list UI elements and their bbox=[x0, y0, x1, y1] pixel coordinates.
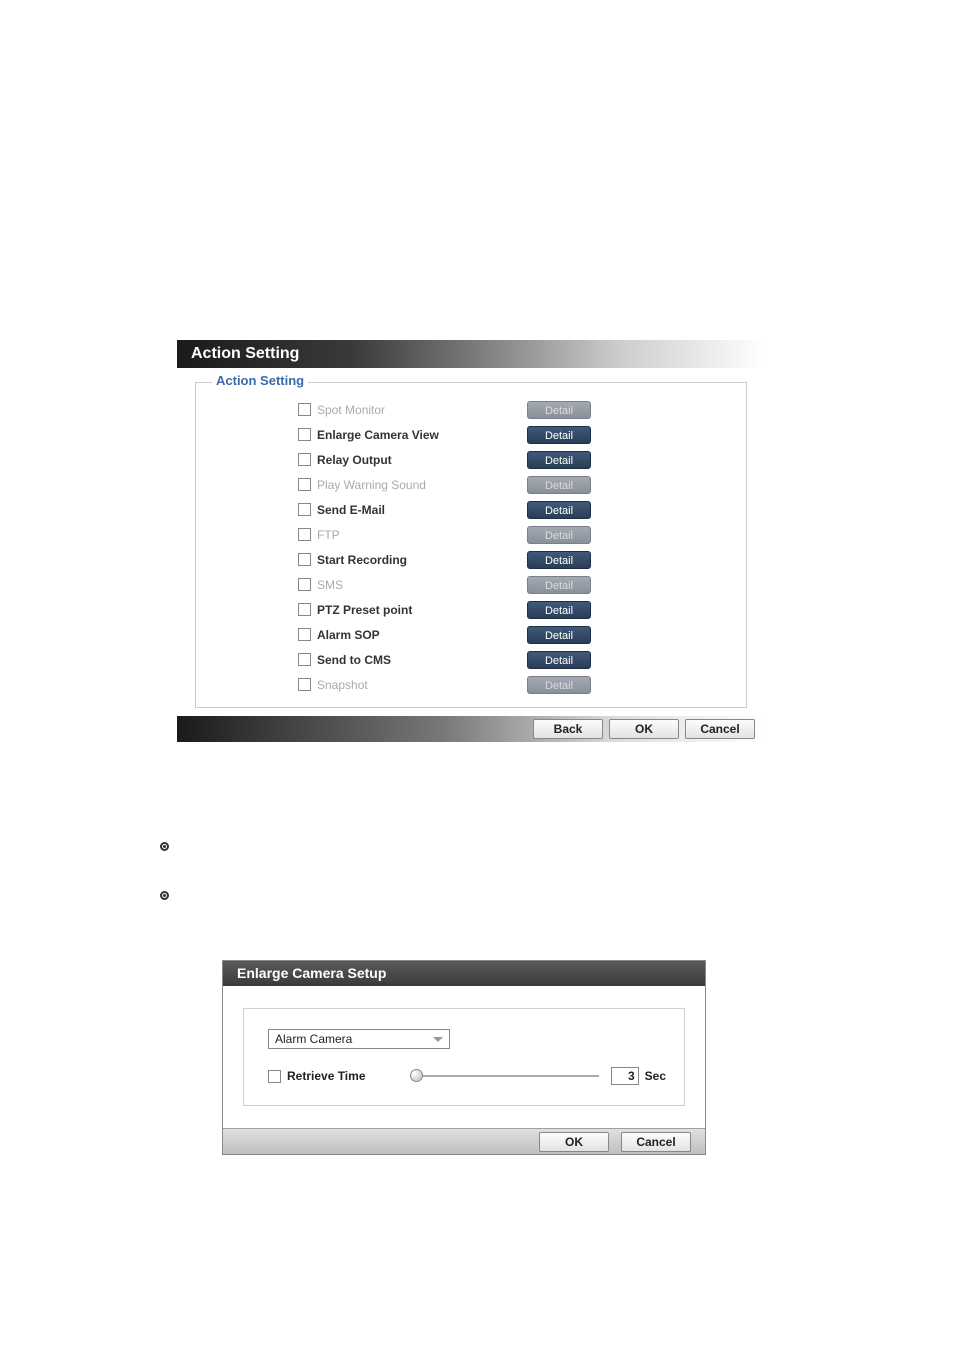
detail-sms: Detail bbox=[527, 576, 591, 594]
checkbox-alarm-sop[interactable] bbox=[298, 628, 311, 641]
camera-dropdown-value: Alarm Camera bbox=[275, 1032, 352, 1046]
checkbox-spot-monitor[interactable] bbox=[298, 403, 311, 416]
checkbox-snapshot[interactable] bbox=[298, 678, 311, 691]
retrieve-time-row: Retrieve Time 3 Sec bbox=[268, 1067, 666, 1085]
label-ptz-preset: PTZ Preset point bbox=[317, 603, 527, 617]
label-send-email: Send E-Mail bbox=[317, 503, 527, 517]
enlarge-camera-setup-panel: Enlarge Camera Setup Alarm Camera Retrie… bbox=[222, 960, 706, 1155]
label-enlarge-camera-view: Enlarge Camera View bbox=[317, 428, 527, 442]
enlarge-camera-title: Enlarge Camera Setup bbox=[223, 961, 705, 986]
camera-dropdown[interactable]: Alarm Camera bbox=[268, 1029, 450, 1049]
cancel-button[interactable]: Cancel bbox=[685, 719, 755, 739]
chevron-down-icon bbox=[433, 1037, 443, 1042]
action-setting-title: Action Setting bbox=[177, 340, 765, 368]
action-setting-legend: Action Setting bbox=[212, 373, 308, 388]
bullet-icon bbox=[160, 842, 169, 851]
detail-relay-output[interactable]: Detail bbox=[527, 451, 591, 469]
ok-button-2[interactable]: OK bbox=[539, 1132, 609, 1152]
retrieve-time-label: Retrieve Time bbox=[287, 1069, 366, 1083]
row-relay-output: Relay Output Detail bbox=[196, 447, 746, 472]
enlarge-camera-body: Alarm Camera Retrieve Time 3 Sec bbox=[223, 986, 705, 1128]
checkbox-retrieve-time[interactable] bbox=[268, 1070, 281, 1083]
detail-ftp: Detail bbox=[527, 526, 591, 544]
action-setting-fieldset: Action Setting Spot Monitor Detail Enlar… bbox=[195, 382, 747, 708]
checkbox-ptz-preset[interactable] bbox=[298, 603, 311, 616]
bullet-list bbox=[160, 842, 954, 900]
retrieve-time-value[interactable]: 3 bbox=[611, 1067, 639, 1085]
sec-label: Sec bbox=[645, 1069, 666, 1083]
detail-send-to-cms[interactable]: Detail bbox=[527, 651, 591, 669]
cancel-button-2[interactable]: Cancel bbox=[621, 1132, 691, 1152]
action-setting-panel: Action Setting Action Setting Spot Monit… bbox=[177, 340, 765, 742]
label-ftp: FTP bbox=[317, 528, 527, 542]
row-enlarge-camera-view: Enlarge Camera View Detail bbox=[196, 422, 746, 447]
checkbox-send-to-cms[interactable] bbox=[298, 653, 311, 666]
label-alarm-sop: Alarm SOP bbox=[317, 628, 527, 642]
detail-start-recording[interactable]: Detail bbox=[527, 551, 591, 569]
enlarge-camera-footer: OK Cancel bbox=[223, 1128, 705, 1154]
detail-ptz-preset[interactable]: Detail bbox=[527, 601, 591, 619]
back-button[interactable]: Back bbox=[533, 719, 603, 739]
label-snapshot: Snapshot bbox=[317, 678, 527, 692]
row-snapshot: Snapshot Detail bbox=[196, 672, 746, 697]
enlarge-camera-inner: Alarm Camera Retrieve Time 3 Sec bbox=[243, 1008, 685, 1106]
checkbox-send-email[interactable] bbox=[298, 503, 311, 516]
detail-alarm-sop[interactable]: Detail bbox=[527, 626, 591, 644]
row-play-warning-sound: Play Warning Sound Detail bbox=[196, 472, 746, 497]
action-setting-body: Action Setting Spot Monitor Detail Enlar… bbox=[177, 368, 765, 716]
detail-snapshot: Detail bbox=[527, 676, 591, 694]
ok-button[interactable]: OK bbox=[609, 719, 679, 739]
checkbox-relay-output[interactable] bbox=[298, 453, 311, 466]
row-start-recording: Start Recording Detail bbox=[196, 547, 746, 572]
row-send-to-cms: Send to CMS Detail bbox=[196, 647, 746, 672]
label-play-warning-sound: Play Warning Sound bbox=[317, 478, 527, 492]
checkbox-enlarge-camera-view[interactable] bbox=[298, 428, 311, 441]
detail-enlarge-camera-view[interactable]: Detail bbox=[527, 426, 591, 444]
detail-play-warning-sound: Detail bbox=[527, 476, 591, 494]
label-sms: SMS bbox=[317, 578, 527, 592]
row-alarm-sop: Alarm SOP Detail bbox=[196, 622, 746, 647]
checkbox-start-recording[interactable] bbox=[298, 553, 311, 566]
checkbox-play-warning-sound[interactable] bbox=[298, 478, 311, 491]
slider-thumb[interactable] bbox=[410, 1069, 423, 1082]
action-setting-footer: Back OK Cancel bbox=[177, 716, 765, 742]
label-send-to-cms: Send to CMS bbox=[317, 653, 527, 667]
row-ftp: FTP Detail bbox=[196, 522, 746, 547]
checkbox-ftp[interactable] bbox=[298, 528, 311, 541]
bullet-icon bbox=[160, 891, 169, 900]
checkbox-sms[interactable] bbox=[298, 578, 311, 591]
row-spot-monitor: Spot Monitor Detail bbox=[196, 397, 746, 422]
label-start-recording: Start Recording bbox=[317, 553, 527, 567]
row-send-email: Send E-Mail Detail bbox=[196, 497, 746, 522]
label-relay-output: Relay Output bbox=[317, 453, 527, 467]
retrieve-time-slider[interactable] bbox=[410, 1075, 599, 1077]
detail-send-email[interactable]: Detail bbox=[527, 501, 591, 519]
row-sms: SMS Detail bbox=[196, 572, 746, 597]
detail-spot-monitor: Detail bbox=[527, 401, 591, 419]
row-ptz-preset: PTZ Preset point Detail bbox=[196, 597, 746, 622]
label-spot-monitor: Spot Monitor bbox=[317, 403, 527, 417]
